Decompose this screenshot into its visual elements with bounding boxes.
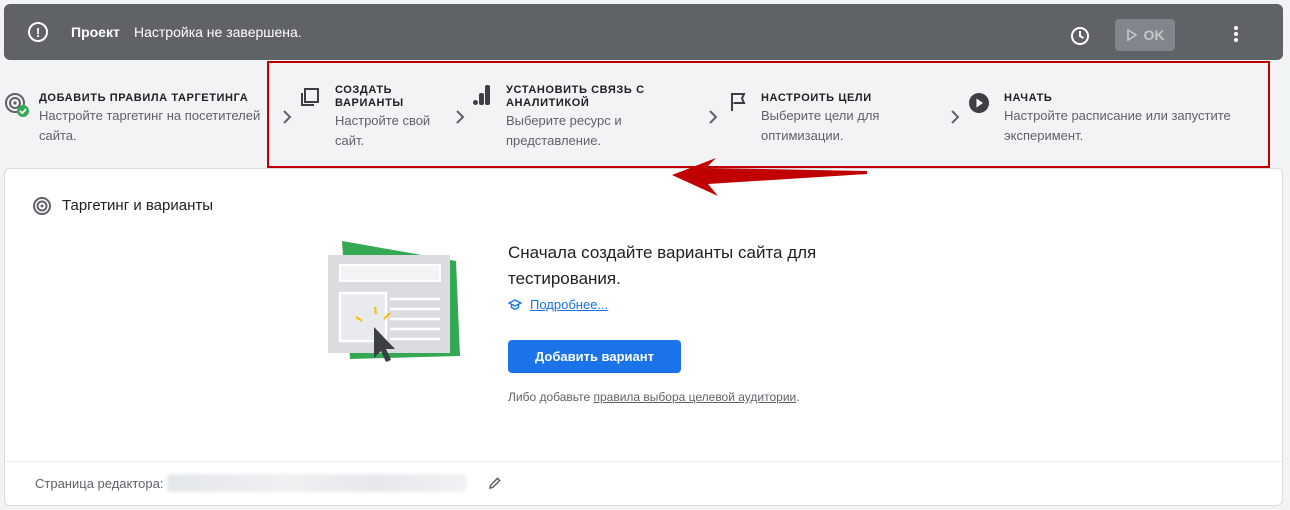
add-variant-button[interactable]: Добавить вариант xyxy=(508,340,681,373)
play-icon xyxy=(1126,29,1138,41)
target-check-icon xyxy=(5,93,29,117)
warning-circle-icon: ! xyxy=(28,22,48,42)
card-title: Таргетинг и варианты xyxy=(62,197,214,214)
learn-more-link[interactable]: Подробнее... xyxy=(530,297,608,312)
step-targeting[interactable]: ДОБАВИТЬ ПРАВИЛА ТАРГЕТИНГА Настройте та… xyxy=(39,92,260,146)
alt-text: Либо добавьте правила выбора целевой ауд… xyxy=(508,390,800,404)
targeting-variants-card: Таргетинг и варианты Сначала создайте ва… xyxy=(4,168,1283,506)
divider xyxy=(5,461,1282,462)
editor-url-redacted xyxy=(167,474,468,492)
clock-icon[interactable] xyxy=(1070,26,1090,46)
more-vert-icon[interactable] xyxy=(1228,24,1244,44)
learn-more[interactable]: Подробнее... xyxy=(508,297,608,312)
ok-label: OK xyxy=(1143,27,1165,43)
empty-state-title: Сначала создайте варианты сайта для тест… xyxy=(508,243,817,288)
editor-page-label: Страница редактора: xyxy=(35,475,164,491)
annotation-highlight-box xyxy=(267,61,1270,168)
audience-rules-link[interactable]: правила выбора целевой аудитории xyxy=(593,390,796,404)
pencil-icon[interactable] xyxy=(488,476,502,490)
editor-page: Страница редактора: xyxy=(35,474,468,492)
variants-illustration xyxy=(328,241,460,362)
ok-button[interactable]: OK xyxy=(1115,19,1175,51)
project-status: Настройка не завершена. xyxy=(134,24,302,40)
project-label: Проект xyxy=(71,24,120,40)
target-icon xyxy=(33,197,51,215)
graduation-cap-icon xyxy=(508,298,522,310)
annotation-arrow xyxy=(672,158,867,196)
top-bar: ! Проект Настройка не завершена. OK xyxy=(4,4,1283,60)
